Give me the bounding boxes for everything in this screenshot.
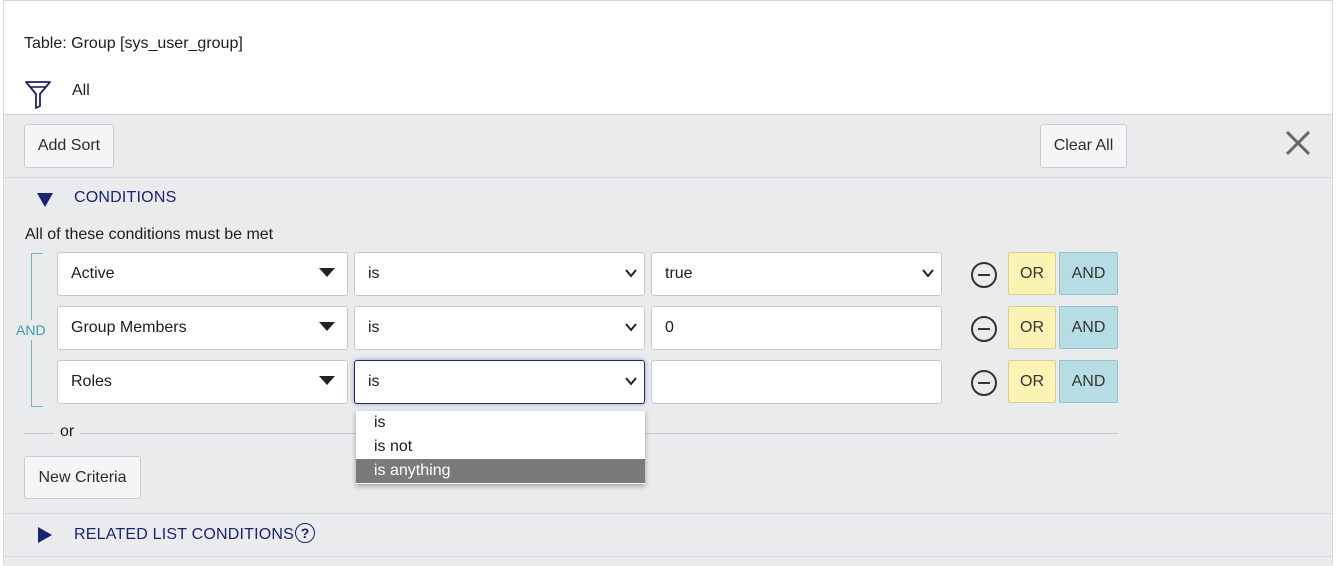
or-button[interactable]: OR [1008, 360, 1056, 403]
operator-value: is [368, 373, 380, 390]
filter-funnel-icon[interactable] [24, 79, 52, 109]
operator-value: is [368, 319, 380, 336]
divider [4, 177, 1332, 178]
and-button[interactable]: AND [1059, 306, 1118, 349]
condition-operator-select[interactable]: is [354, 360, 645, 404]
new-criteria-button[interactable]: New Criteria [24, 456, 141, 499]
dropdown-option-is[interactable]: is [356, 411, 645, 435]
collapse-triangle-icon[interactable] [37, 193, 53, 207]
related-list-title[interactable]: RELATED LIST CONDITIONS [74, 526, 294, 544]
condition-field-select[interactable]: Roles [57, 360, 348, 404]
divider [4, 556, 1332, 557]
field-value: Active [71, 265, 115, 282]
field-value: Roles [71, 373, 112, 390]
operator-dropdown-menu: is is not is anything [356, 411, 645, 484]
add-sort-button[interactable]: Add Sort [24, 124, 114, 168]
clear-all-button[interactable]: Clear All [1040, 124, 1127, 168]
filter-breadcrumb-all[interactable]: All [72, 82, 90, 100]
remove-condition-icon[interactable] [971, 316, 997, 342]
divider [4, 513, 1332, 514]
condition-value-select[interactable]: true [651, 252, 942, 296]
expand-triangle-icon[interactable] [38, 527, 52, 543]
chevron-down-icon [922, 269, 934, 278]
remove-condition-icon[interactable] [971, 370, 997, 396]
caret-down-icon [319, 322, 335, 331]
or-button[interactable]: OR [1008, 306, 1056, 349]
help-icon[interactable]: ? [295, 523, 315, 543]
chevron-down-icon [625, 377, 637, 386]
remove-condition-icon[interactable] [971, 262, 997, 288]
condition-operator-select[interactable]: is [354, 252, 645, 296]
condition-value-input[interactable]: 0 [651, 306, 942, 350]
chevron-down-icon [625, 323, 637, 332]
chevron-down-icon [625, 269, 637, 278]
value-text: true [665, 265, 693, 282]
group-operator-label: AND [12, 320, 50, 340]
or-separator-label: or [54, 423, 81, 441]
caret-down-icon [319, 268, 335, 277]
conditions-title[interactable]: CONDITIONS [74, 189, 176, 207]
dropdown-option-is-anything[interactable]: is anything [356, 459, 645, 483]
close-icon[interactable] [1284, 129, 1312, 157]
condition-operator-select[interactable]: is [354, 306, 645, 350]
condition-field-select[interactable]: Group Members [57, 306, 348, 350]
and-button[interactable]: AND [1059, 252, 1118, 295]
operator-value: is [368, 265, 380, 282]
dropdown-option-is-not[interactable]: is not [356, 435, 645, 459]
field-value: Group Members [71, 319, 187, 336]
conditions-note: All of these conditions must be met [25, 226, 274, 243]
value-text: 0 [665, 319, 674, 336]
condition-value-input[interactable] [651, 360, 942, 404]
caret-down-icon [319, 376, 335, 385]
or-button[interactable]: OR [1008, 252, 1056, 295]
condition-field-select[interactable]: Active [57, 252, 348, 296]
table-title: Table: Group [sys_user_group] [24, 35, 243, 52]
and-button[interactable]: AND [1059, 360, 1118, 403]
